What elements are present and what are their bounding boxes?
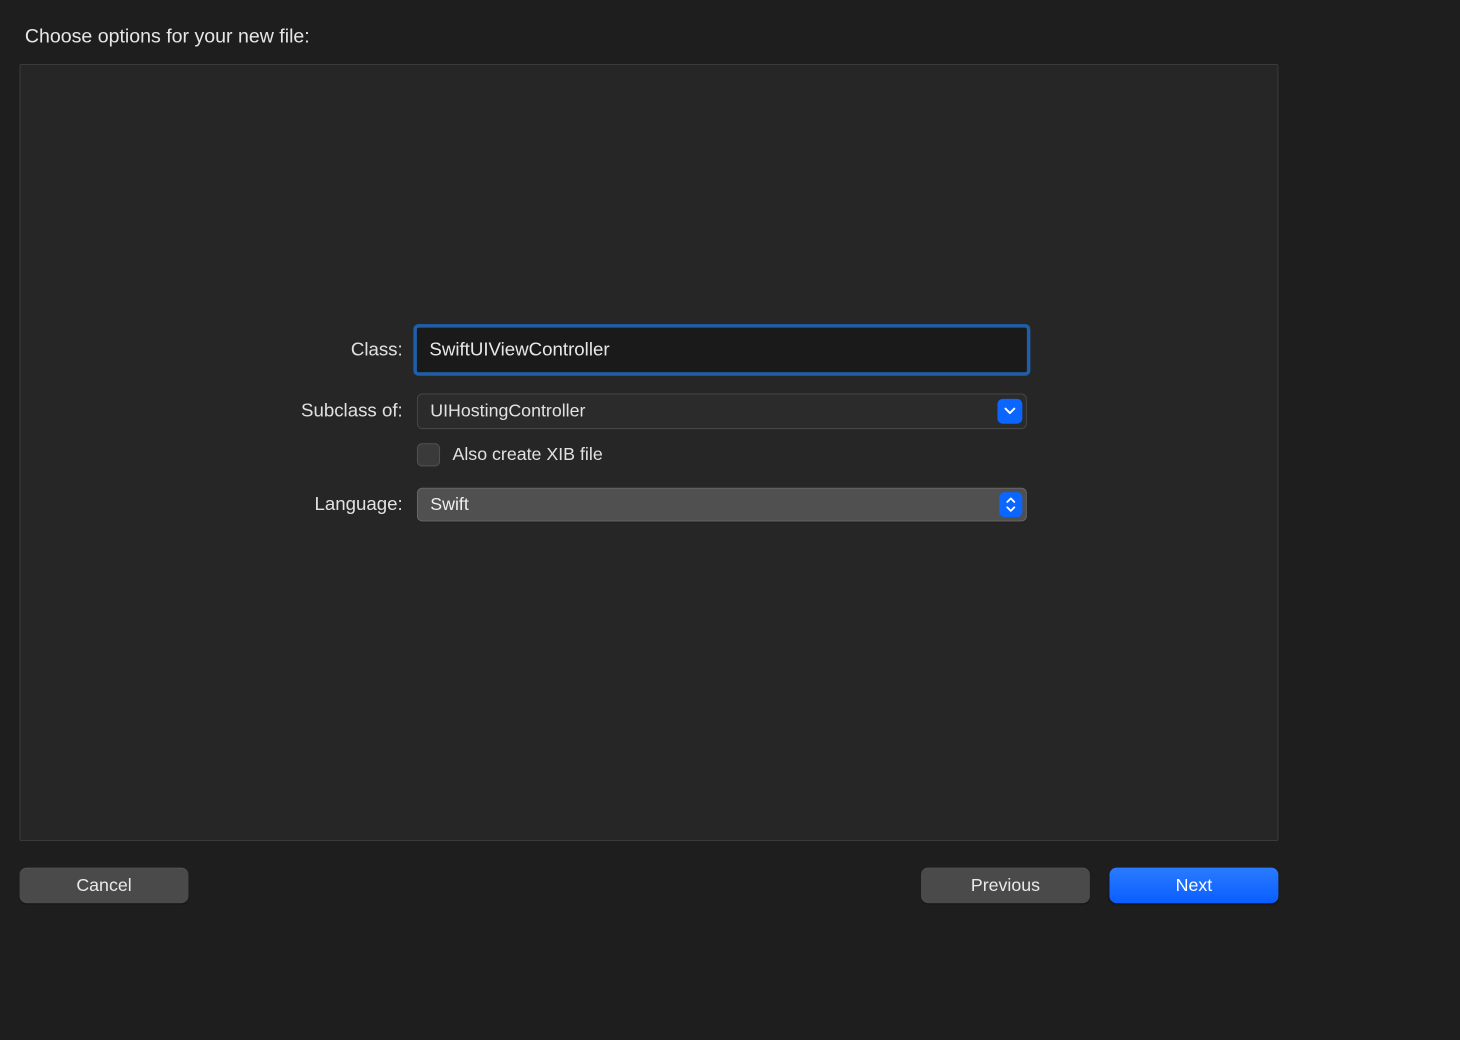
sheet-title: Choose options for your new file: <box>20 20 1279 64</box>
class-field-wrap <box>417 328 1027 372</box>
next-button[interactable]: Next <box>1109 868 1278 904</box>
cancel-button[interactable]: Cancel <box>20 868 189 904</box>
class-input[interactable] <box>417 328 1027 372</box>
new-file-options-sheet: Choose options for your new file: Class:… <box>0 0 1298 925</box>
options-panel: Class: Subclass of: UIHostingController … <box>20 64 1279 841</box>
class-row: Class: <box>271 328 1027 372</box>
chevron-down-icon[interactable] <box>997 399 1022 424</box>
language-row: Language: Swift <box>271 488 1027 522</box>
subclass-combobox[interactable]: UIHostingController <box>417 394 1027 430</box>
footer-bar: Cancel Previous Next <box>20 868 1279 904</box>
language-label: Language: <box>271 494 417 515</box>
up-down-arrows-icon[interactable] <box>999 492 1022 517</box>
language-popup[interactable]: Swift <box>417 488 1027 522</box>
create-xib-row: Also create XIB file <box>417 443 1027 466</box>
options-form: Class: Subclass of: UIHostingController … <box>271 328 1027 543</box>
class-label: Class: <box>271 339 417 360</box>
footer-right-group: Previous Next <box>921 868 1278 904</box>
create-xib-label: Also create XIB file <box>453 445 603 465</box>
subclass-value: UIHostingController <box>430 401 585 421</box>
create-xib-checkbox[interactable] <box>417 443 440 466</box>
subclass-row: Subclass of: UIHostingController <box>271 394 1027 430</box>
previous-button[interactable]: Previous <box>921 868 1090 904</box>
subclass-label: Subclass of: <box>271 401 417 422</box>
language-value: Swift <box>430 494 469 514</box>
